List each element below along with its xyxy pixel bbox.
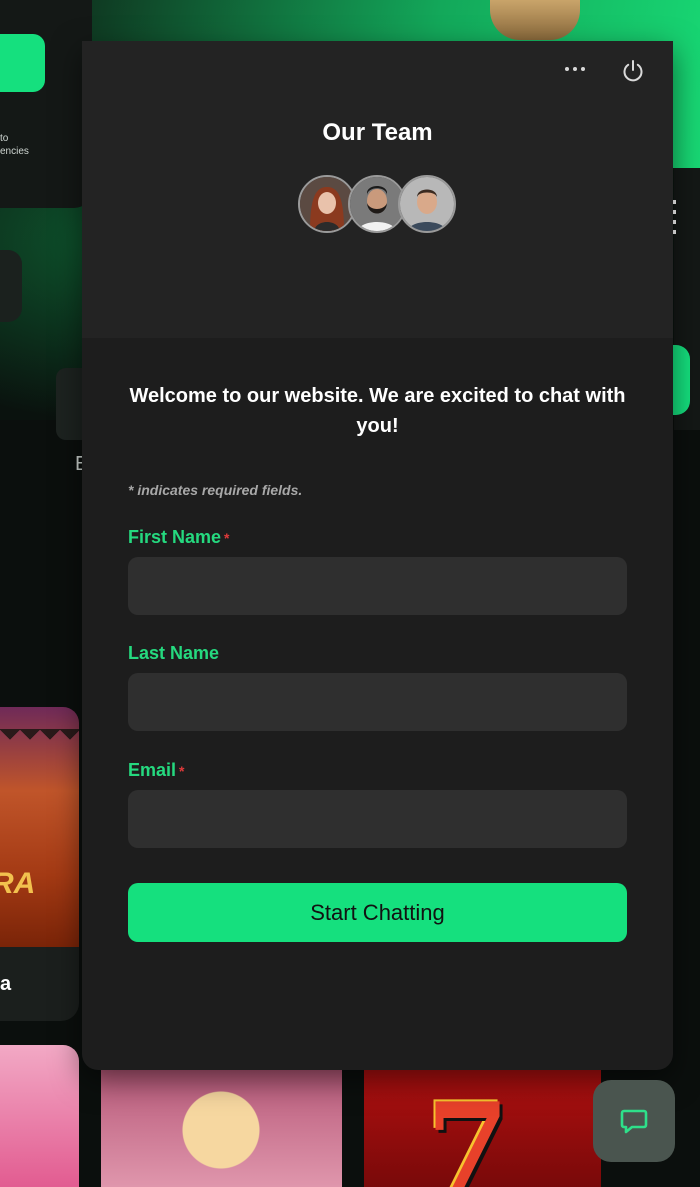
first-name-input[interactable] bbox=[128, 557, 627, 615]
game-tile-4[interactable]: 7 bbox=[364, 1070, 601, 1187]
chat-launcher-button[interactable] bbox=[593, 1080, 675, 1162]
first-name-label: First Name * bbox=[128, 527, 230, 548]
email-label-text: Email bbox=[128, 760, 177, 780]
team-avatar-3 bbox=[398, 175, 456, 233]
more-horizontal-icon[interactable] bbox=[560, 57, 590, 81]
game-tile-1-caption[interactable]: a bbox=[0, 947, 79, 1021]
game-tile-1-title: a bbox=[0, 973, 12, 995]
last-name-input[interactable] bbox=[128, 673, 627, 731]
game-tile-3[interactable] bbox=[101, 1070, 342, 1187]
required-fields-note: * indicates required fields. bbox=[128, 482, 303, 498]
team-avatars bbox=[298, 175, 458, 235]
required-asterisk: * bbox=[179, 763, 185, 780]
game-tile-4-logo: 7 bbox=[426, 1077, 510, 1187]
email-label: Email * bbox=[128, 760, 184, 781]
last-name-label-text: Last Name bbox=[128, 643, 220, 663]
team-title: Our Team bbox=[322, 119, 433, 146]
game-tile-logo: RA bbox=[0, 867, 36, 900]
chat-header: Our Team bbox=[82, 41, 673, 338]
first-name-label-text: First Name bbox=[128, 527, 222, 547]
power-icon[interactable] bbox=[619, 57, 647, 85]
background-nav-pill[interactable] bbox=[0, 250, 22, 322]
chat-window: Our Team Welcome to our website. We are … bbox=[82, 41, 673, 1070]
background-promo-card bbox=[0, 0, 92, 208]
game-tile-2[interactable] bbox=[0, 1045, 79, 1187]
background-cta-button[interactable] bbox=[0, 34, 45, 92]
game-tile-art bbox=[0, 729, 79, 753]
required-asterisk: * bbox=[224, 530, 230, 547]
email-input[interactable] bbox=[128, 790, 627, 848]
welcome-message: Welcome to our website. We are excited t… bbox=[129, 385, 626, 437]
background-promo-text: to encies bbox=[0, 133, 29, 157]
banner-figure-image bbox=[490, 0, 580, 40]
chat-bubble-icon bbox=[620, 1109, 648, 1134]
start-chatting-button[interactable]: Start Chatting bbox=[128, 883, 627, 942]
game-tile-1[interactable]: RA bbox=[0, 707, 79, 947]
last-name-label: Last Name bbox=[128, 643, 219, 664]
